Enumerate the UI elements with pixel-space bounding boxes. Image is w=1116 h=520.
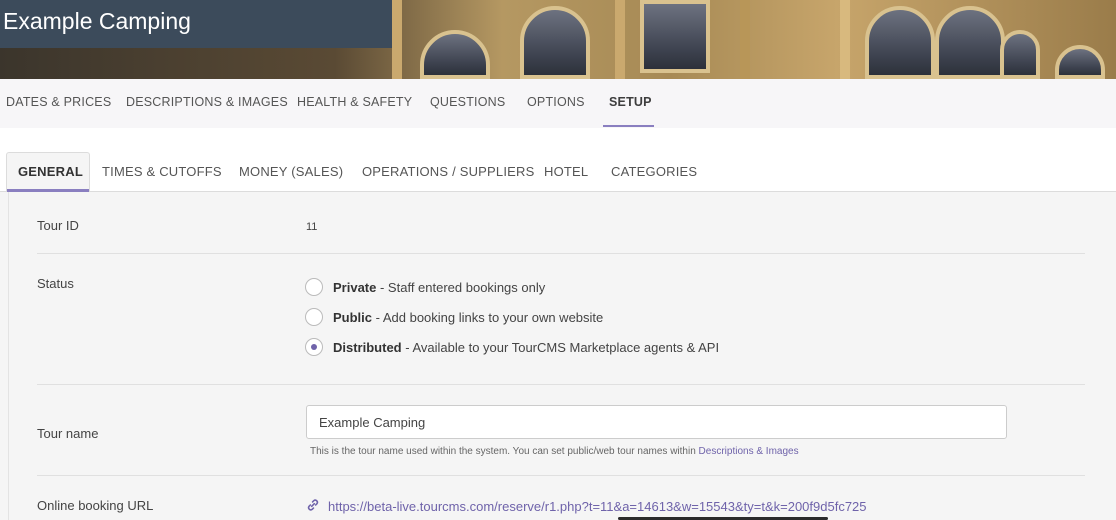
page-title: Example Camping xyxy=(3,8,191,34)
tour-title-box: Example Camping xyxy=(0,0,392,48)
booking-url-label: Online booking URL xyxy=(37,498,154,513)
link-icon xyxy=(307,499,319,511)
tab-dates-prices[interactable]: DATES & PRICES xyxy=(6,95,111,109)
tab-setup[interactable]: SETUP xyxy=(609,95,652,109)
booking-url-link[interactable]: https://beta-live.tourcms.com/reserve/r1… xyxy=(328,499,867,514)
status-option-text: Private - Staff entered bookings only xyxy=(333,280,545,295)
radio-distributed[interactable] xyxy=(305,338,323,356)
subtab-categories[interactable]: CATEGORIES xyxy=(611,164,697,179)
tab-questions[interactable]: QUESTIONS xyxy=(430,95,505,109)
status-option-desc: - Available to your TourCMS Marketplace … xyxy=(401,340,720,355)
general-settings-panel xyxy=(8,192,1116,520)
subtab-operations-suppliers[interactable]: OPERATIONS / SUPPLIERS xyxy=(362,164,534,179)
tour-id-value: 11 xyxy=(306,221,318,233)
status-option-desc: - Add booking links to your own website xyxy=(372,310,604,325)
status-label: Status xyxy=(37,276,74,291)
status-option-text: Public - Add booking links to your own w… xyxy=(333,310,603,325)
divider xyxy=(37,475,1085,476)
tour-id-label: Tour ID xyxy=(37,218,79,233)
active-tab-indicator xyxy=(603,125,654,127)
divider xyxy=(37,384,1085,385)
status-option-name: Distributed xyxy=(333,340,402,355)
subtab-general[interactable]: GENERAL xyxy=(18,164,83,179)
tab-health-safety[interactable]: HEALTH & SAFETY xyxy=(297,95,412,109)
status-option-desc: - Staff entered bookings only xyxy=(376,280,546,295)
descriptions-images-link[interactable]: Descriptions & Images xyxy=(699,446,799,457)
help-text: This is the tour name used within the sy… xyxy=(310,446,699,457)
status-option-name: Public xyxy=(333,310,373,325)
radio-public[interactable] xyxy=(305,308,323,326)
status-option-name: Private xyxy=(333,280,377,295)
subtab-times-cutoffs[interactable]: TIMES & CUTOFFS xyxy=(102,164,222,179)
subtab-money-sales[interactable]: MONEY (SALES) xyxy=(239,164,343,179)
radio-private[interactable] xyxy=(305,278,323,296)
status-option-text: Distributed - Available to your TourCMS … xyxy=(333,340,719,355)
subtab-hotel[interactable]: HOTEL xyxy=(544,164,588,179)
divider xyxy=(37,253,1085,254)
tour-name-input[interactable] xyxy=(306,405,1007,439)
tab-descriptions-images[interactable]: DESCRIPTIONS & IMAGES xyxy=(126,95,288,109)
subtab-bar xyxy=(0,128,1116,192)
tour-name-label: Tour name xyxy=(37,426,99,441)
tab-options[interactable]: OPTIONS xyxy=(527,95,585,109)
tour-name-help: This is the tour name used within the sy… xyxy=(310,446,799,457)
